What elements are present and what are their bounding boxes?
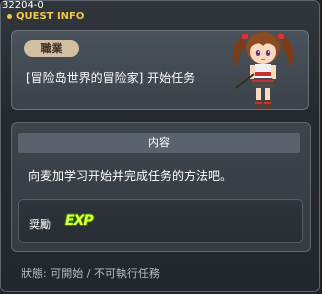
exp-icon: EXP bbox=[65, 213, 94, 229]
content-header: 内容 bbox=[18, 133, 300, 153]
window-title: QUEST INFO bbox=[16, 11, 85, 22]
content-text: 向麦加学习开始并完成任务的方法吧。 bbox=[28, 169, 233, 183]
job-badge: 職業 bbox=[24, 40, 79, 57]
window-title-bar[interactable]: QUEST INFO bbox=[7, 11, 84, 22]
npc-portrait-icon bbox=[232, 32, 294, 109]
quest-status: 狀態: 可開始 / 不可執行任務 bbox=[21, 267, 160, 280]
quest-title: [冒险岛世界的冒险家] 开始任务 bbox=[26, 71, 196, 85]
reward-label: 奨勵 bbox=[29, 218, 51, 231]
reward-box bbox=[18, 199, 303, 243]
quest-id: 32204-0 bbox=[2, 0, 44, 11]
title-dot-icon bbox=[7, 14, 12, 19]
